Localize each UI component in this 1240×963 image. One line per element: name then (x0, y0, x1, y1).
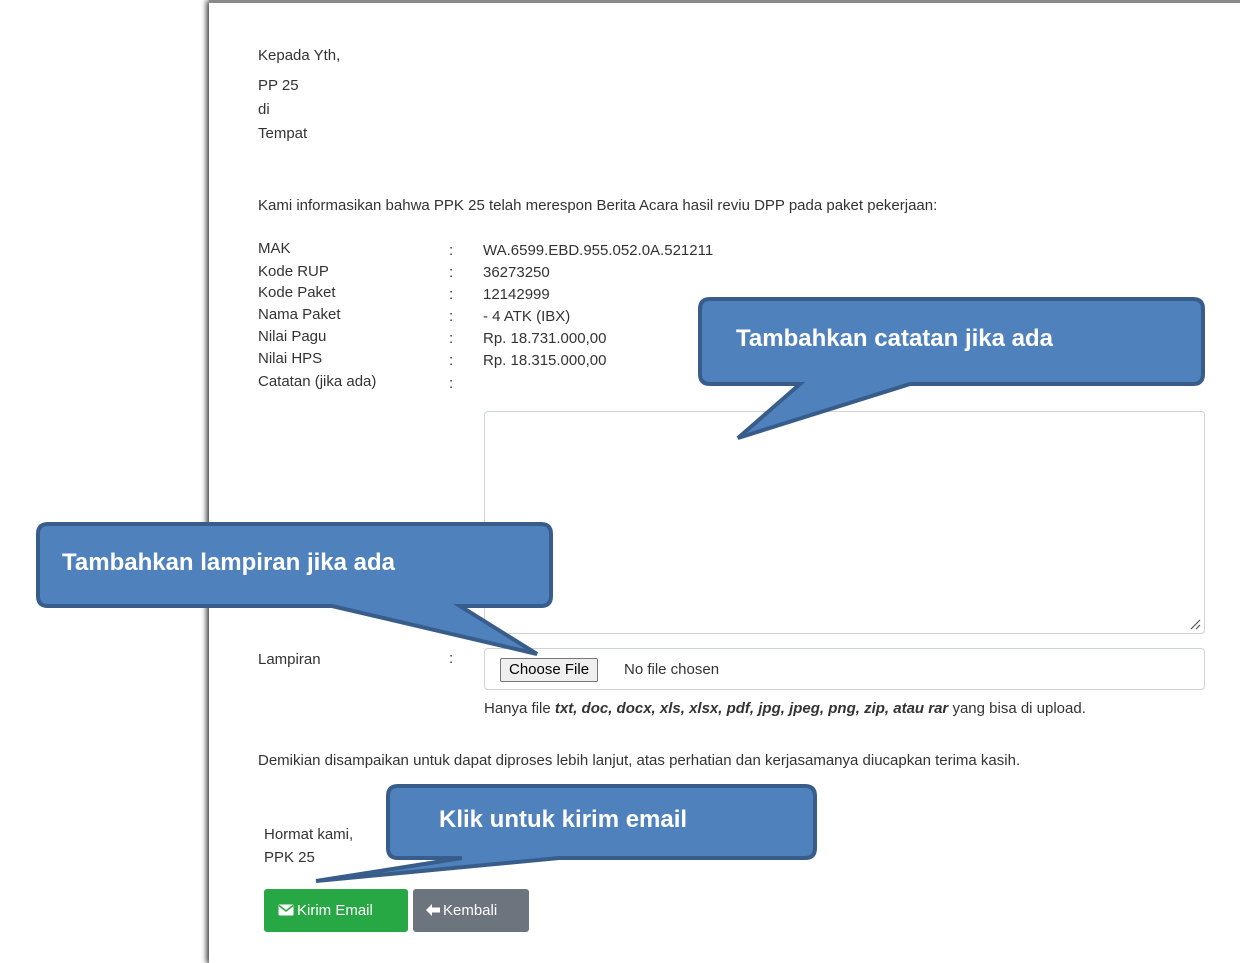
field-value-mak: WA.6599.EBD.955.052.0A.521211 (483, 242, 714, 259)
field-label: Nilai Pagu (258, 328, 327, 345)
upload-hint: Hanya file txt, doc, docx, xls, xlsx, pd… (484, 700, 1086, 717)
send-email-button[interactable]: Kirim Email (264, 889, 408, 932)
field-value-kode-rup: 36273250 (483, 264, 550, 281)
file-status: No file chosen (624, 661, 720, 678)
notes-textarea[interactable] (484, 411, 1205, 634)
field-colon: : (449, 650, 454, 667)
hint-file-types: txt, doc, docx, xls, xlsx, pdf, jpg, jpe… (554, 700, 949, 717)
send-email-label: Kirim Email (297, 902, 373, 919)
field-label: Kode RUP (258, 263, 329, 280)
field-label: Nilai HPS (258, 350, 323, 367)
greeting-line: di (258, 101, 270, 118)
field-value-nilai-pagu: Rp. 18.731.000,00 (483, 330, 607, 347)
field-colon: : (449, 308, 454, 325)
field-colon: : (449, 375, 454, 392)
envelope-icon (278, 904, 294, 916)
greeting-line: Kepada Yth, (258, 47, 341, 64)
field-value-nilai-hps: Rp. 18.315.000,00 (483, 352, 607, 369)
field-label: Kode Paket (258, 284, 336, 301)
field-label: Nama Paket (258, 306, 341, 323)
arrow-left-icon (426, 904, 440, 917)
intro-text: Kami informasikan bahwa PPK 25 telah mer… (258, 197, 938, 214)
hint-suffix: yang bisa di upload. (948, 700, 1086, 717)
attachment-label: Lampiran (258, 651, 321, 668)
signoff-line: Hormat kami, (264, 826, 354, 843)
field-label: MAK (258, 240, 291, 257)
field-colon: : (449, 352, 454, 369)
field-colon: : (449, 286, 454, 303)
attachment-file-input[interactable]: Choose File No file chosen (484, 648, 1205, 690)
resize-handle-icon[interactable] (1189, 618, 1201, 630)
greeting-line: Tempat (258, 125, 308, 142)
field-value-nama-paket: - 4 ATK (IBX) (483, 308, 571, 325)
field-colon: : (449, 264, 454, 281)
greeting-line: PP 25 (258, 77, 299, 94)
choose-file-button[interactable]: Choose File (500, 658, 599, 682)
hint-prefix: Hanya file (484, 700, 555, 717)
notes-label: Catatan (jika ada) (258, 373, 377, 390)
field-colon: : (449, 330, 454, 347)
closing-text: Demikian disampaikan untuk dapat diprose… (258, 752, 1021, 769)
callout-send-text: Klik untuk kirim email (439, 806, 688, 833)
back-button[interactable]: Kembali (413, 889, 529, 932)
callout-notes-text: Tambahkan catatan jika ada (736, 325, 1054, 352)
field-value-kode-paket: 12142999 (483, 286, 550, 303)
callout-attachment-text: Tambahkan lampiran jika ada (62, 549, 396, 576)
signoff-line: PPK 25 (264, 849, 315, 866)
field-colon: : (449, 242, 454, 259)
back-label: Kembali (443, 902, 498, 919)
